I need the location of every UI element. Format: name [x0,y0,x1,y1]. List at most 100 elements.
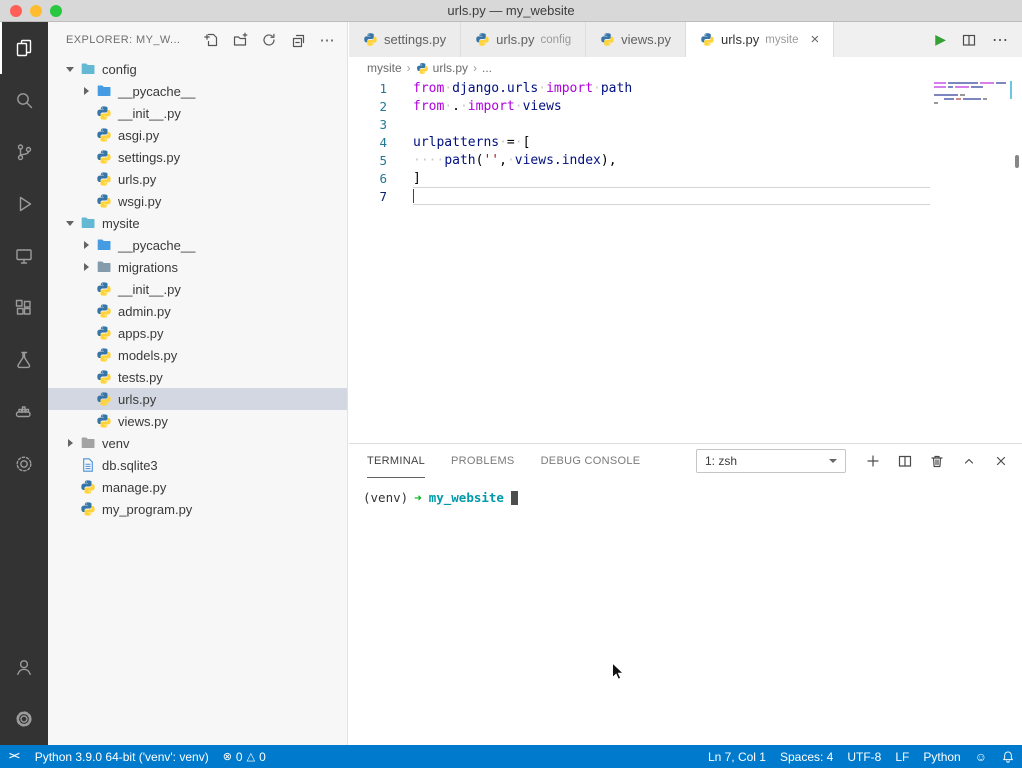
minimize-window-button[interactable] [30,5,42,17]
activity-bar [0,22,48,745]
overview-ruler-marker [1015,155,1019,168]
tab-urls-py-mysite[interactable]: urls.py mysite × [686,22,835,57]
python-icon [96,391,112,407]
python-icon [363,32,378,47]
tree-item-models-py[interactable]: models.py [48,344,347,366]
tab-settings-py[interactable]: settings.py [349,22,462,57]
tab-debug-console[interactable]: DEBUG CONSOLE [541,444,641,478]
settings-gear-icon[interactable] [0,693,48,745]
text-cursor [413,189,414,203]
tab-urls-py-config[interactable]: urls.py config [461,22,587,57]
close-window-button[interactable] [10,5,22,17]
tree-item-config[interactable]: config [48,58,347,80]
python-icon [80,501,96,517]
code-text: from·django.urls·import·path [413,80,633,96]
tree-item-my-program-py[interactable]: my_program.py [48,498,347,520]
python-interpreter-selector[interactable]: Python 3.9.0 64-bit ('venv': venv) [28,745,216,768]
indentation-setting[interactable]: Spaces: 4 [773,745,840,768]
breadcrumb-symbol[interactable]: ... [482,61,492,75]
minimap[interactable] [934,82,1008,106]
tree-item-init-py[interactable]: __init__.py [48,278,347,300]
tab-terminal[interactable]: TERMINAL [367,444,426,478]
split-editor-icon[interactable] [961,32,977,48]
current-directory: my_website [428,490,504,505]
tree-item-settings-py[interactable]: settings.py [48,146,347,168]
tree-item-urls-py-config[interactable]: urls.py [48,168,347,190]
breadcrumb-urls-py[interactable]: urls.py [416,61,468,75]
code-line-6[interactable]: 6 ] [349,169,1022,187]
problems-indicator[interactable]: ⊗ 0 △ 0 [216,745,273,768]
tree-item-apps-py[interactable]: apps.py [48,322,347,344]
explorer-icon[interactable] [0,22,48,74]
tree-item-pycache[interactable]: __pycache__ [48,234,347,256]
line-number: 5 [379,152,387,168]
new-folder-icon[interactable] [230,30,250,50]
account-icon[interactable] [0,641,48,693]
python-icon [600,32,615,47]
tree-item-asgi-py[interactable]: asgi.py [48,124,347,146]
split-terminal-icon[interactable] [896,452,914,470]
tree-item-wsgi-py[interactable]: wsgi.py [48,190,347,212]
new-file-icon[interactable] [201,30,221,50]
file-tree: config __pycache__ __init__.py asgi.py s… [48,58,347,520]
code-text: ····path('',·views.index), [413,152,617,168]
kill-terminal-trash-icon[interactable] [928,452,946,470]
code-line-1[interactable]: 1 from·django.urls·import·path [349,79,1022,97]
chevron-separator-icon: › [473,61,478,75]
tree-item-tests-py[interactable]: tests.py [48,366,347,388]
remote-indicator[interactable]: >< [0,745,28,768]
feedback-smiley-icon[interactable]: ☺ [968,745,994,768]
refresh-icon[interactable] [259,30,279,50]
zoom-window-button[interactable] [50,5,62,17]
panel-header: TERMINAL PROBLEMS DEBUG CONSOLE 1: zsh [349,444,1022,478]
code-line-4[interactable]: 4 urlpatterns·=·[ [349,133,1022,151]
run-python-file-button[interactable]: ▶ [935,31,946,48]
cursor-position[interactable]: Ln 7, Col 1 [701,745,773,768]
tree-item-urls-py-selected[interactable]: urls.py [48,388,347,410]
code-line-3[interactable]: 3 [349,115,1022,133]
code-line-5[interactable]: 5 ····path('',·views.index), [349,151,1022,169]
maximize-panel-chevron-icon[interactable] [960,452,978,470]
tree-item-db-sqlite3[interactable]: db.sqlite3 [48,454,347,476]
code-line-7-current[interactable]: 7 [349,187,1022,205]
more-editor-actions-icon[interactable]: ⋯ [992,30,1008,50]
docker-icon[interactable] [0,386,48,438]
tree-item-mysite[interactable]: mysite [48,212,347,234]
remote-explorer-icon[interactable] [0,230,48,282]
tree-item-manage-py[interactable]: manage.py [48,476,347,498]
source-control-icon[interactable] [0,126,48,178]
collapse-folders-icon[interactable] [288,30,308,50]
tree-item-init-py[interactable]: __init__.py [48,102,347,124]
tree-item-venv[interactable]: venv [48,432,347,454]
extensions-icon[interactable] [0,282,48,334]
terminal-content[interactable]: (venv) ➜ my_website [349,478,1022,505]
code-line-2[interactable]: 2 from·.·import·views [349,97,1022,115]
code-editor[interactable]: 1 from·django.urls·import·path 2 from·.·… [349,79,1022,443]
python-icon [96,105,112,121]
editor-actions: ▶ ⋯ [921,22,1022,57]
run-debug-icon[interactable] [0,178,48,230]
search-icon[interactable] [0,74,48,126]
terminal-shell-dropdown[interactable]: 1: zsh [696,449,846,473]
eol-setting[interactable]: LF [888,745,916,768]
language-mode[interactable]: Python [916,745,967,768]
testing-beaker-icon[interactable] [0,334,48,386]
tab-views-py[interactable]: views.py [586,22,686,57]
tree-item-migrations[interactable]: migrations [48,256,347,278]
tree-item-pycache[interactable]: __pycache__ [48,80,347,102]
kubernetes-wheel-icon[interactable] [0,438,48,490]
tree-item-admin-py[interactable]: admin.py [48,300,347,322]
breadcrumb: mysite › urls.py › ... [349,57,1022,79]
new-terminal-icon[interactable] [864,452,882,470]
more-actions-icon[interactable]: ⋯ [317,30,337,50]
tab-problems[interactable]: PROBLEMS [451,444,515,478]
folder-icon [80,61,96,77]
tree-item-views-py[interactable]: views.py [48,410,347,432]
close-tab-icon[interactable]: × [811,32,820,47]
code-text: urlpatterns·=·[ [413,134,531,150]
notifications-bell-icon[interactable] [994,745,1022,768]
folder-icon [80,215,96,231]
encoding-setting[interactable]: UTF-8 [840,745,888,768]
breadcrumb-mysite[interactable]: mysite [367,61,402,75]
close-panel-icon[interactable] [992,452,1010,470]
